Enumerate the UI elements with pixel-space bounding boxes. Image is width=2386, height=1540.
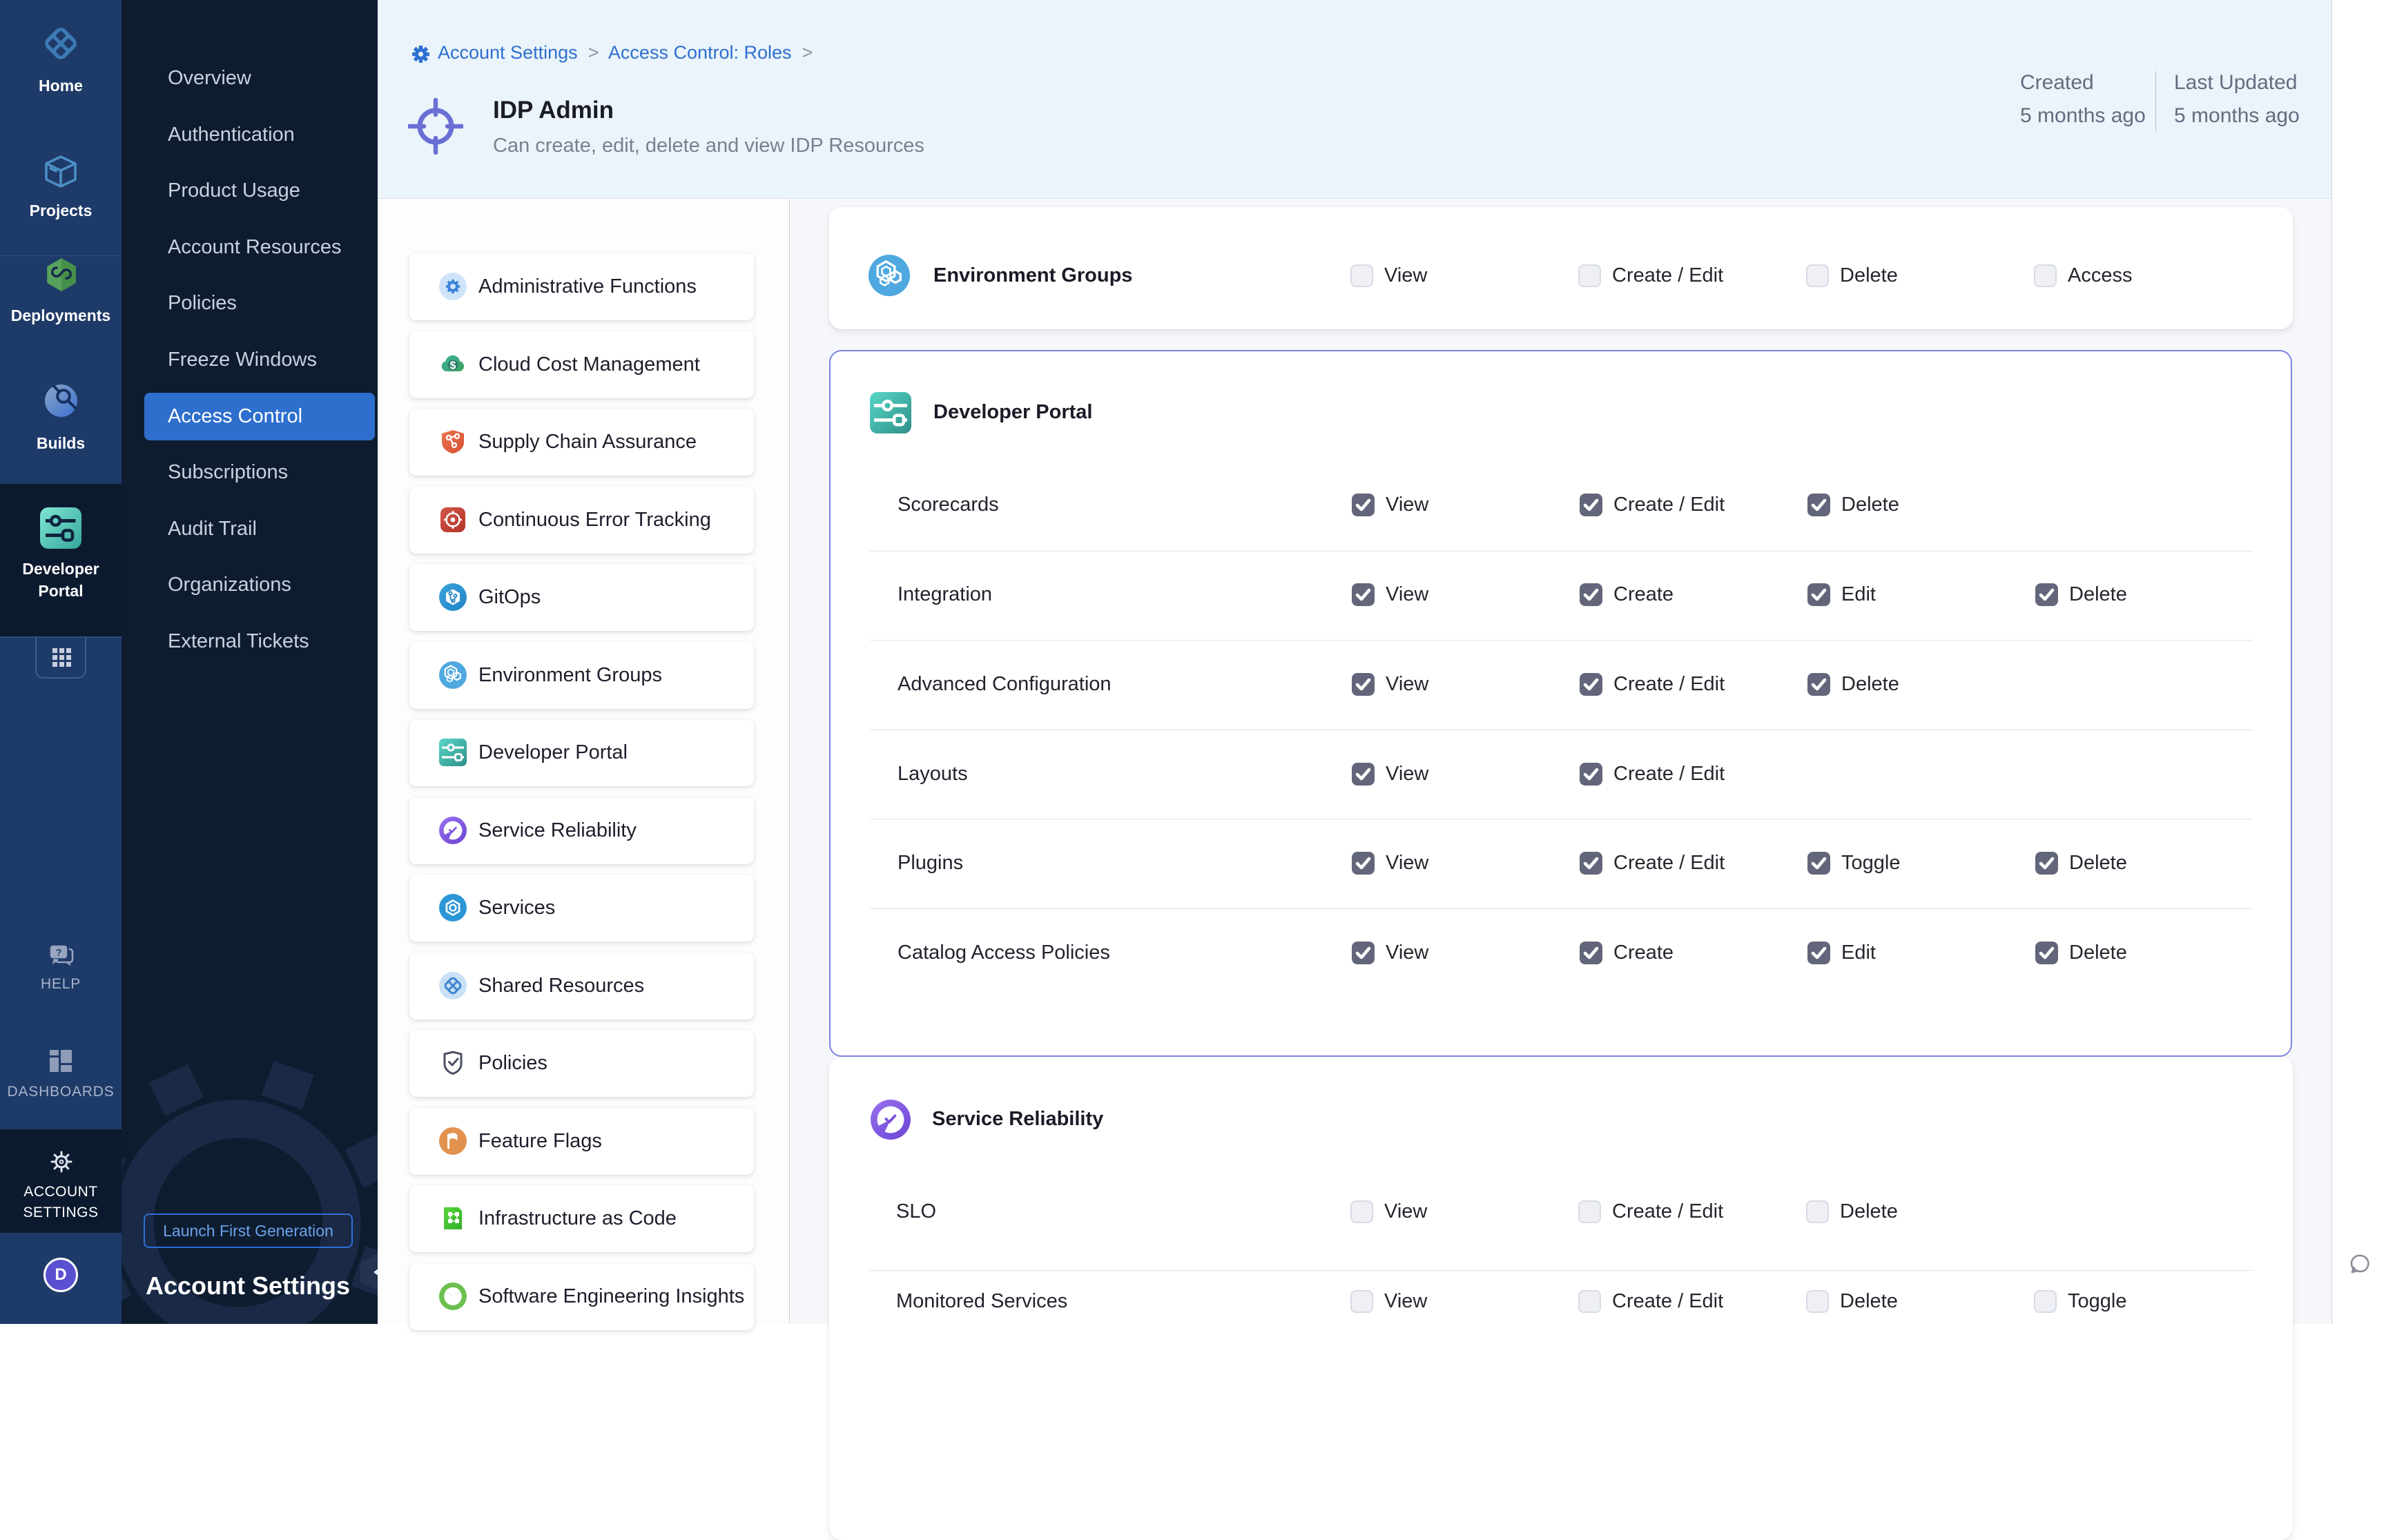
svg-text:$: $ [450, 360, 456, 372]
svg-text:?: ? [56, 947, 62, 958]
